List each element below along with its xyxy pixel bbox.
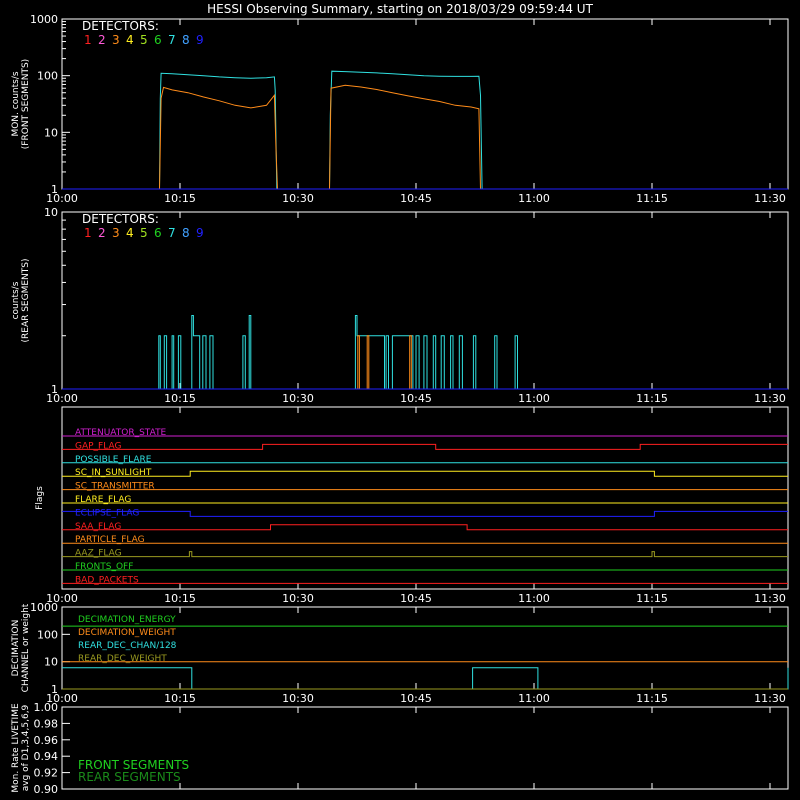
front-detector-3: 3 bbox=[112, 33, 120, 47]
rear-detector-1: 1 bbox=[84, 226, 92, 240]
dec-ytick-label: 10 bbox=[44, 656, 58, 669]
front-ytick-label: 1000 bbox=[30, 13, 58, 26]
rear-xtick-label: 11:00 bbox=[518, 392, 550, 405]
rear-detector-7: 7 bbox=[168, 226, 176, 240]
decimation-xtick-label: 10:45 bbox=[400, 692, 432, 705]
livetime-ylabel: avg of D1,3,4,5,6,9 bbox=[21, 704, 31, 791]
flags-xtick-label: 11:00 bbox=[518, 592, 550, 605]
rear-detector-2: 2 bbox=[98, 226, 106, 240]
rear-detector-header: DETECTORS: bbox=[82, 212, 159, 226]
decimation-xtick-label: 10:30 bbox=[282, 692, 314, 705]
rear-detector-8: 8 bbox=[182, 226, 190, 240]
rear-xtick-label: 10:15 bbox=[164, 392, 196, 405]
flags-xtick-label: 11:15 bbox=[636, 592, 668, 605]
dec-legend-decimation-weight: DECIMATION_WEIGHT bbox=[78, 628, 176, 638]
front-ytick-label: 10 bbox=[44, 126, 58, 139]
livetime-ytick-label: 0.92 bbox=[34, 767, 59, 780]
dec-legend-rear-dec-chan-128: REAR_DEC_CHAN/128 bbox=[78, 641, 177, 651]
rear-series-det7 bbox=[62, 315, 788, 390]
livetime-ytick-label: 1.00 bbox=[34, 701, 59, 714]
rear-xtick-label: 11:15 bbox=[636, 392, 668, 405]
front-detector-8: 8 bbox=[182, 33, 190, 47]
rear-xtick-label: 10:00 bbox=[46, 392, 78, 405]
livetime-ytick-label: 0.98 bbox=[34, 717, 59, 730]
front-xtick-label: 10:15 bbox=[164, 192, 196, 205]
front-detector-6: 6 bbox=[154, 33, 162, 47]
flag-trace-sc-in-sunlight bbox=[62, 470, 788, 477]
flags-xtick-label: 10:15 bbox=[164, 592, 196, 605]
rear-detector-4: 4 bbox=[126, 226, 134, 240]
rear-xtick-label: 10:30 bbox=[282, 392, 314, 405]
decimation-ylabel: CHANNEL or weight bbox=[21, 603, 31, 692]
flag-label-eclipse-flag: ECLIPSE_FLAG bbox=[75, 508, 139, 518]
plot-layer: 1 10 100 1000 10:00 10:15 10:30 10:45 11:00 11:15… bbox=[11, 13, 789, 796]
front-ytick-label: 100 bbox=[37, 70, 58, 83]
dec-legend-decimation-energy: DECIMATION_ENERGY bbox=[78, 615, 176, 625]
rear-ytick-label: 10 bbox=[44, 206, 58, 219]
front-xtick-label: 11:00 bbox=[518, 192, 550, 205]
front-detector-header: DETECTORS: bbox=[82, 19, 159, 33]
decimation-xtick-label: 11:30 bbox=[754, 692, 786, 705]
rear-detector-6: 6 bbox=[154, 226, 162, 240]
rear-detector-5: 5 bbox=[140, 226, 148, 240]
livetime-legend-rear-segments: REAR SEGMENTS bbox=[78, 770, 181, 784]
flag-trace-eclipse-flag bbox=[62, 510, 788, 517]
dec-ytick-label: 100 bbox=[37, 628, 58, 641]
rear-detector-3: 3 bbox=[112, 226, 120, 240]
rear-series-det3 bbox=[62, 335, 788, 390]
decimation-ylabel: DECIMATION bbox=[11, 620, 21, 677]
flags-ylabel: Flags bbox=[35, 486, 45, 510]
rear-ylabel: (REAR SEGMENTS) bbox=[21, 258, 31, 342]
dec-legend-rear-dec-weight: REAR_DEC_WEIGHT bbox=[78, 654, 167, 664]
flags-xtick-label: 11:30 bbox=[754, 592, 786, 605]
front-detector-5: 5 bbox=[140, 33, 148, 47]
plot-title: HESSI Observing Summary, starting on 201… bbox=[207, 2, 593, 16]
front-series-det3 bbox=[62, 84, 788, 190]
flag-trace-gap-flag bbox=[62, 443, 788, 450]
front-xtick-label: 10:00 bbox=[46, 192, 78, 205]
flags-xtick-label: 10:30 bbox=[282, 592, 314, 605]
front-xtick-label: 11:15 bbox=[636, 192, 668, 205]
front-xtick-label: 11:30 bbox=[754, 192, 786, 205]
rear-xtick-label: 11:30 bbox=[754, 392, 786, 405]
dec-series-rear-dec-chan-128 bbox=[62, 667, 789, 690]
hessi-summary-plot: HESSI Observing Summary, starting on 201… bbox=[11, 2, 789, 796]
decimation-xtick-label: 10:15 bbox=[164, 692, 196, 705]
front-series-det7 bbox=[62, 70, 788, 190]
front-xtick-label: 10:45 bbox=[400, 192, 432, 205]
dec-ytick-label: 1000 bbox=[30, 601, 58, 614]
decimation-xtick-label: 11:00 bbox=[518, 692, 550, 705]
front-detector-9: 9 bbox=[196, 33, 204, 47]
flags-panel-frame bbox=[61, 406, 789, 590]
rear-ylabel: counts/s bbox=[11, 281, 21, 319]
livetime-ylabel: Mon. Rate LIVETIME bbox=[11, 703, 21, 793]
front-detector-4: 4 bbox=[126, 33, 134, 47]
rear-detector-9: 9 bbox=[196, 226, 204, 240]
livetime-ytick-label: 0.90 bbox=[34, 783, 59, 796]
front-ylabel: (FRONT SEGMENTS) bbox=[21, 59, 31, 149]
flag-trace-aaz-flag bbox=[62, 551, 788, 558]
flag-trace-saa-flag bbox=[62, 524, 788, 531]
front-ylabel: MON. counts/s bbox=[11, 71, 21, 136]
livetime-ytick-label: 0.94 bbox=[34, 750, 59, 763]
rear-xtick-label: 10:45 bbox=[400, 392, 432, 405]
front-xtick-label: 10:30 bbox=[282, 192, 314, 205]
front-detector-1: 1 bbox=[84, 33, 92, 47]
front-detector-7: 7 bbox=[168, 33, 176, 47]
livetime-ytick-label: 0.96 bbox=[34, 734, 59, 747]
front-detector-2: 2 bbox=[98, 33, 106, 47]
decimation-xtick-label: 11:15 bbox=[636, 692, 668, 705]
flags-xtick-label: 10:45 bbox=[400, 592, 432, 605]
